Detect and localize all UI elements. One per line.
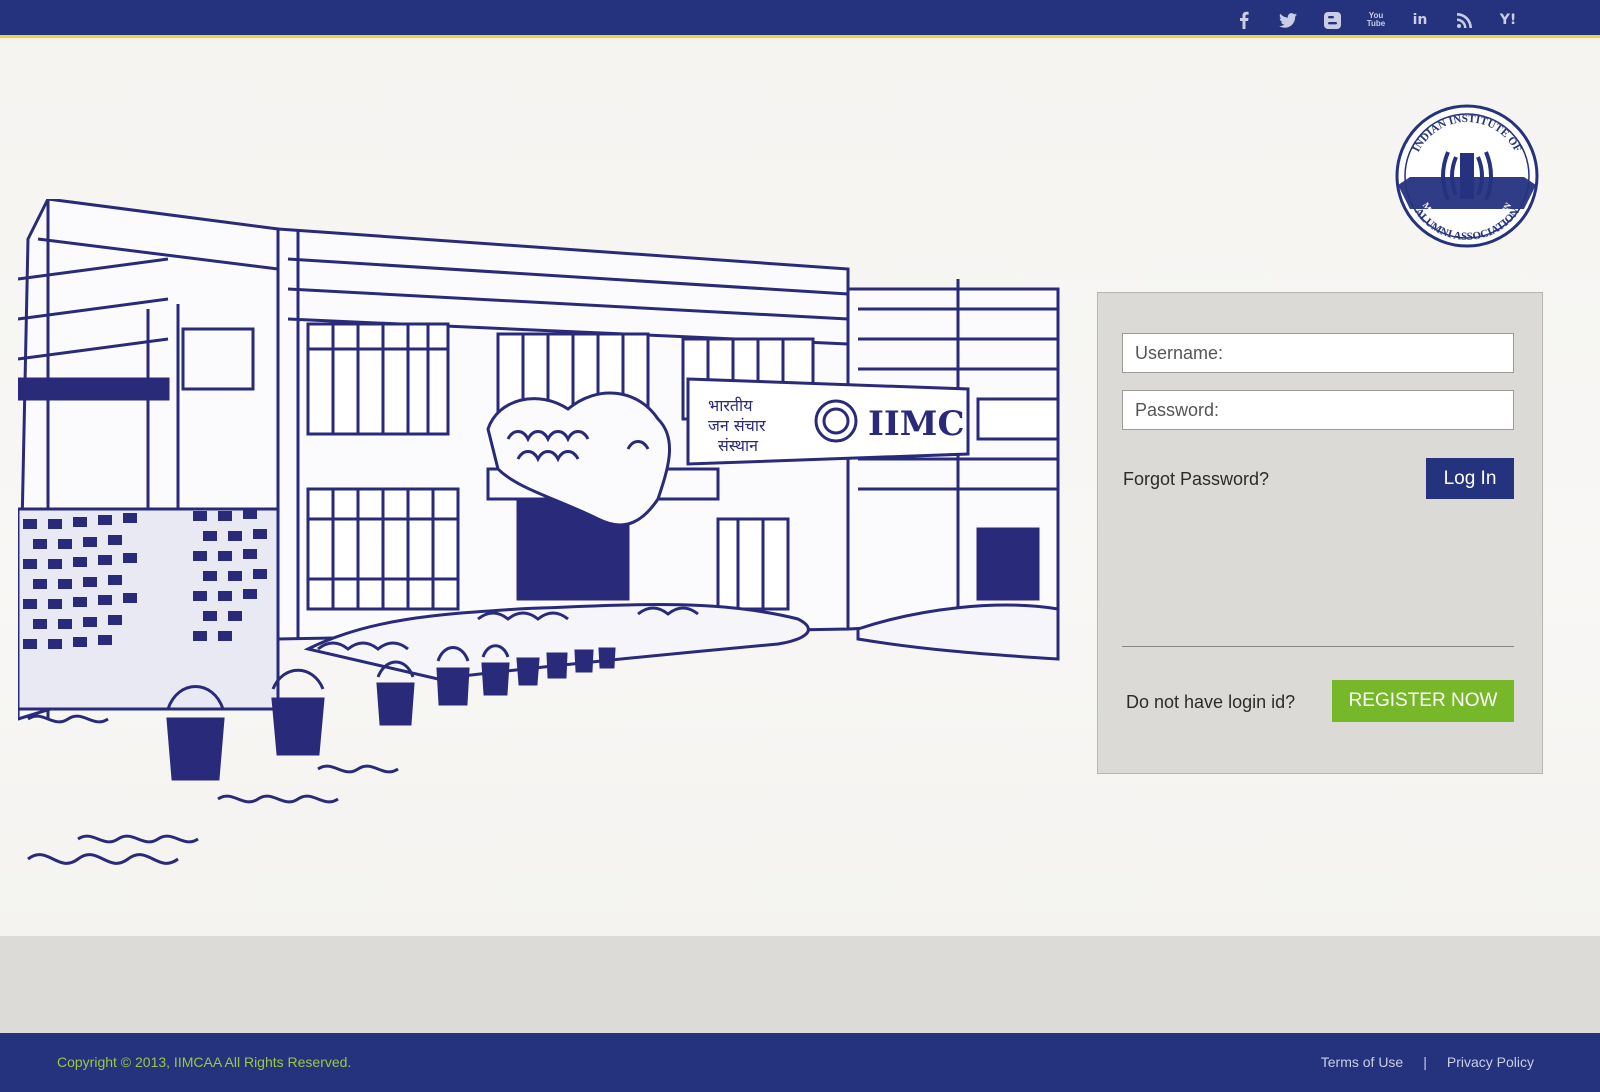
login-button[interactable]: Log In [1426,458,1514,499]
copyright-text: Copyright © 2013, IIMCAA All Rights Rese… [57,1054,352,1070]
footer-links: Terms of Use | Privacy Policy [1321,1054,1534,1070]
yahoo-icon[interactable]: Y! [1486,9,1530,31]
footer-separator: | [1423,1054,1427,1070]
campus-sketch-illustration: भारतीय जन संचार संस्थान IIMC [18,199,1060,865]
no-login-id-label: Do not have login id? [1126,692,1296,712]
sign-hindi-line2: जन संचार [708,416,766,435]
youtube-icon[interactable]: You Tube [1354,9,1398,31]
register-now-button[interactable]: REGISTER NOW [1332,680,1514,722]
sign-iimc-text: IIMC [868,404,965,444]
main-area: भारतीय जन संचार संस्थान IIMC INDIAN INST… [0,41,1600,936]
privacy-policy-link[interactable]: Privacy Policy [1447,1054,1534,1070]
blogger-icon[interactable] [1310,9,1354,31]
terms-of-use-link[interactable]: Terms of Use [1321,1054,1403,1070]
rss-icon[interactable] [1442,9,1486,31]
username-input[interactable] [1122,333,1514,373]
twitter-icon[interactable] [1266,9,1310,31]
sign-hindi-line1: भारतीय [708,396,753,415]
password-input[interactable] [1122,390,1514,430]
divider [1122,646,1514,647]
social-links: You Tube in Y! [1222,9,1530,31]
footer: Copyright © 2013, IIMCAA All Rights Rese… [0,1033,1600,1092]
top-bar: You Tube in Y! [0,0,1600,38]
facebook-icon[interactable] [1222,9,1266,31]
iimcaa-logo: INDIAN INSTITUTE OF MASS COMMUNICATION A… [1395,104,1539,248]
login-panel: Forgot Password? Log In Do not have logi… [1097,292,1543,774]
forgot-password-link[interactable]: Forgot Password? [1123,469,1269,490]
sign-hindi-line3: संस्थान [718,436,759,455]
footer-band [0,936,1600,1033]
linkedin-icon[interactable]: in [1398,9,1442,31]
